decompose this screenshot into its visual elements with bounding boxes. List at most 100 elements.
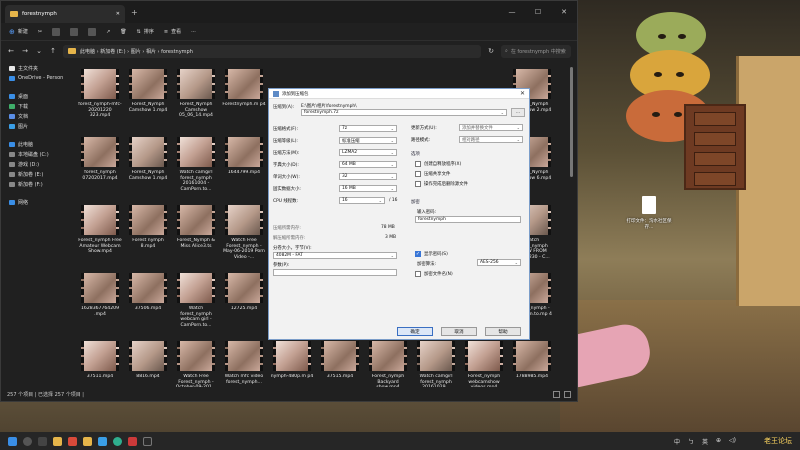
forward-icon[interactable]: → [21, 47, 29, 55]
thumbnail-view-icon[interactable] [564, 391, 571, 398]
file-item[interactable]: Watch mfc video forest_nymph... [221, 335, 267, 387]
view-button[interactable]: ≡ 查看 [164, 28, 181, 36]
file-item[interactable]: forest_nymph-mfc-20201220 323.mp4 [77, 63, 123, 131]
breadcrumb-item[interactable]: 图片 [131, 49, 141, 55]
params-input[interactable] [273, 269, 397, 276]
file-item[interactable]: Watch camgirl forest_nymph 20161004 - Ca… [173, 131, 219, 199]
file-item[interactable]: Watch Free Forest_nymph - May-06-2019 Po… [221, 199, 267, 267]
tray-item[interactable]: 中 [674, 437, 680, 446]
file-item[interactable]: 12725.mp4 [221, 267, 267, 335]
new-button[interactable]: ⊕ 新建 [9, 28, 28, 36]
share-button[interactable]: ↗ [106, 29, 110, 35]
file-item[interactable]: Watch camgirl forest_nymph 20161029... [413, 335, 459, 387]
file-item[interactable]: Forest_nymph Free Amateur Webcam Show.mp… [77, 199, 123, 267]
file-item[interactable]: Watch forest_nymph webcam girl - CamPorn… [173, 267, 219, 335]
tab-forestnymph[interactable]: forestnymph ✕ [5, 5, 125, 23]
sidebar-item[interactable]: 主文件夹 [1, 63, 73, 73]
file-item[interactable]: Forest nymph 8.mp4 [125, 199, 171, 267]
sidebar-item[interactable]: 游戏 (D:) [1, 159, 73, 169]
file-explorer-icon[interactable] [53, 436, 62, 446]
file-item[interactable]: Forestnymph.m p4 [221, 63, 267, 131]
scrollbar[interactable] [570, 67, 573, 177]
sidebar-item[interactable]: 本地磁盘 (C:) [1, 149, 73, 159]
app-icon-netease[interactable] [128, 436, 137, 446]
desktop-file-icon[interactable]: 打印文件：沟水社区保存... [626, 196, 672, 230]
delete-button[interactable]: 🗑 [120, 29, 126, 35]
setting-combo[interactable]: 16 [339, 197, 385, 204]
setting-combo[interactable]: LZMA2 [339, 149, 397, 156]
sidebar-item[interactable]: 新加卷 (E:) [1, 169, 73, 179]
file-item[interactable]: forest_nymph 07202017.mp4 [77, 131, 123, 199]
path-mode-combo[interactable]: 相对路径 [459, 136, 523, 143]
file-item[interactable]: nymph-480p.m p4 [269, 335, 315, 387]
browse-button[interactable]: ... [511, 108, 525, 117]
ok-button[interactable]: 确定 [397, 327, 433, 336]
file-item[interactable]: Watch Free Forest_nymph - October-09-201… [173, 335, 219, 387]
close-icon[interactable]: ✕ [520, 90, 525, 97]
start-icon[interactable] [8, 436, 17, 446]
search-icon[interactable] [23, 436, 32, 446]
setting-combo[interactable]: 16 MB [339, 185, 397, 192]
setting-combo[interactable]: 32 [339, 173, 397, 180]
sidebar-item[interactable]: 图片 [1, 121, 73, 131]
file-item[interactable]: 1644799.mp4 [221, 131, 267, 199]
file-item[interactable]: 1628367764209 .mp4 [77, 267, 123, 335]
sidebar-item[interactable]: 此电脑 [1, 139, 73, 149]
archive-name-combo[interactable]: forestnymph.7z [301, 109, 507, 116]
new-tab-icon[interactable]: + [131, 8, 138, 17]
refresh-icon[interactable]: ↻ [487, 47, 495, 55]
breadcrumb-item[interactable]: forestnymph [161, 49, 193, 55]
store-icon[interactable] [98, 436, 107, 446]
sidebar-item[interactable]: 新加卷 (F:) [1, 179, 73, 189]
sort-button[interactable]: ⇅ 排序 [137, 28, 154, 36]
close-button[interactable]: ✕ [551, 8, 577, 16]
tray-item[interactable]: 英 [702, 437, 708, 446]
tray-item[interactable]: ⊕ [716, 437, 721, 446]
setting-combo[interactable]: 7z [339, 125, 397, 132]
copy-button[interactable] [52, 27, 61, 36]
up-icon[interactable]: ↑ [49, 47, 57, 55]
edge-icon[interactable] [113, 436, 122, 446]
minimize-button[interactable]: — [499, 8, 525, 16]
file-item[interactable]: Forest_nymph Backyard show.mp4 [365, 335, 411, 387]
setting-combo[interactable]: 64 MB [339, 161, 397, 168]
recent-icon[interactable]: ⌄ [35, 47, 43, 55]
option-checkbox[interactable]: 操作完成后删除源文件 [415, 181, 468, 187]
breadcrumb[interactable]: 此电脑 › 新加卷 (E:) › 图片 › 相片 › forestnymph [63, 44, 481, 58]
encrypt-names-checkbox[interactable]: 加密文件名(N) [415, 271, 453, 277]
sidebar-item[interactable]: 文档 [1, 111, 73, 121]
folder-icon[interactable] [83, 436, 92, 446]
sidebar-item[interactable]: 下载 [1, 101, 73, 111]
file-item[interactable]: 37515.mp4 [317, 335, 363, 387]
file-item[interactable]: 37506.mp4 [125, 267, 171, 335]
back-icon[interactable]: ← [7, 47, 15, 55]
file-item[interactable]: 37511.mp4 [77, 335, 123, 387]
maximize-button[interactable]: ☐ [525, 8, 551, 16]
sidebar-item[interactable]: 网络 [1, 197, 73, 207]
file-item[interactable]: Forest_nymph webcamshow videos.mp4 [461, 335, 507, 387]
rename-button[interactable] [88, 27, 97, 36]
paste-button[interactable] [70, 27, 79, 36]
sidebar-item[interactable]: 桌面 [1, 91, 73, 101]
sidebar-item[interactable]: OneDrive - Person [1, 73, 73, 83]
breadcrumb-item[interactable]: 新加卷 (E:) [100, 49, 125, 55]
password-input[interactable]: forestnymph [415, 216, 521, 223]
close-tab-icon[interactable]: ✕ [116, 11, 120, 17]
file-item[interactable]: Forest_Nymph Camshow 1.mp4 [125, 63, 171, 131]
app-icon-red[interactable] [68, 436, 77, 446]
file-item[interactable]: Forest_Nymph Camshow 1.mp4 [125, 131, 171, 199]
encrypt-method-combo[interactable]: AES-256 [477, 259, 521, 266]
option-checkbox[interactable]: 压缩共享文件 [415, 171, 450, 177]
cut-button[interactable]: ✂ [38, 29, 42, 35]
search-input[interactable]: ⌕ 在 forestnymph 中搜索 [501, 44, 571, 58]
cancel-button[interactable]: 取消 [441, 327, 477, 336]
setting-combo[interactable]: 标准压缩 [339, 137, 397, 144]
task-view-icon[interactable] [38, 436, 47, 446]
file-item[interactable]: 1788985.mp4 [509, 335, 555, 387]
terminal-icon[interactable] [143, 436, 152, 446]
more-button[interactable]: ··· [191, 29, 196, 35]
help-button[interactable]: 帮助 [485, 327, 521, 336]
split-volume-combo[interactable]: 4082M - FAT [273, 252, 397, 259]
show-password-checkbox[interactable]: ✓ 显示密码(S) [415, 251, 448, 257]
tray-item[interactable]: ◁) [729, 437, 736, 446]
